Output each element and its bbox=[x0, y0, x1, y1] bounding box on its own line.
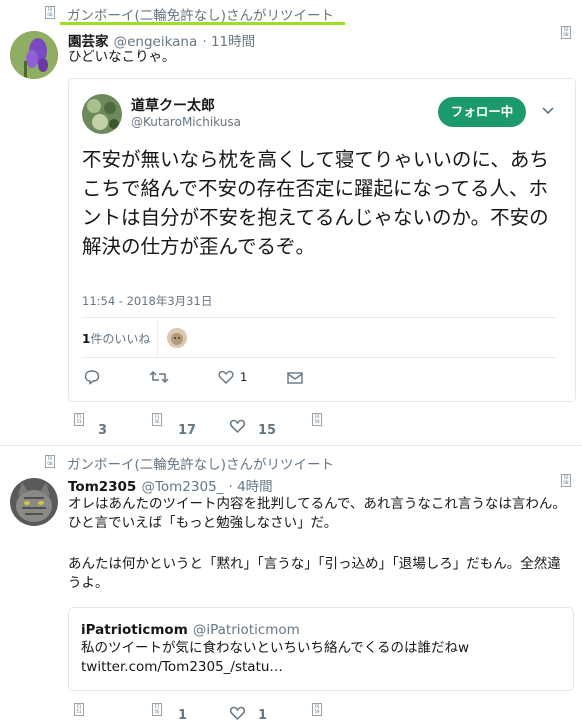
author-name[interactable]: Tom2305 bbox=[68, 479, 136, 495]
mail-icon[interactable] bbox=[287, 370, 303, 389]
retweet-icon: F0 0B bbox=[45, 455, 55, 468]
retweet-action-icon[interactable] bbox=[149, 369, 169, 389]
embedded-avatar[interactable] bbox=[82, 94, 122, 134]
quoted-author-handle[interactable]: @iPatrioticmom bbox=[193, 622, 300, 638]
embedded-timestamp[interactable]: 11:54 - 2018年3月31日 bbox=[82, 293, 212, 309]
reply-icon[interactable]: F1 51 bbox=[74, 703, 84, 716]
divider bbox=[82, 357, 556, 358]
following-button[interactable]: フォロー中 bbox=[438, 97, 526, 127]
author-handle[interactable]: @Tom2305_ bbox=[141, 479, 223, 495]
tweet-text: あんたは何かというと「黙れ」「言うな」「引っ込め」「退場しろ」だもん。全然違うよ… bbox=[68, 556, 561, 591]
retweet-banner[interactable]: ガンボーイ(二輪免許なし)さんがリツイート bbox=[67, 4, 334, 24]
retweet-action-icon[interactable]: F1 5E bbox=[152, 413, 162, 426]
embedded-author-handle[interactable]: @KutaroMichikusa bbox=[131, 115, 241, 129]
like-icon[interactable] bbox=[229, 418, 246, 438]
tweet-text: ひどいなこりゃ。 bbox=[68, 49, 176, 65]
embedded-tweet-text: 不安が無いなら枕を高くして寝てりゃいいのに、あちこちで絡んで不安の存在否定に躍起… bbox=[82, 148, 549, 258]
tweet-header: Tom2305 @Tom2305_ · 4時間 bbox=[68, 475, 273, 495]
quoted-link[interactable]: twitter.com/Tom2305_/statu… bbox=[81, 658, 283, 677]
like-count: 1 bbox=[240, 370, 248, 384]
chevron-down-icon[interactable] bbox=[541, 103, 555, 122]
liker-avatar[interactable] bbox=[167, 328, 187, 348]
dm-icon[interactable]: F0 59 bbox=[312, 413, 322, 426]
tweet-separator bbox=[0, 445, 582, 446]
like-count: 1 bbox=[258, 708, 268, 723]
retweet-count: 1 bbox=[178, 708, 188, 723]
tweet-header: 園芸家 @engeikana · 11時間 bbox=[68, 30, 255, 50]
avatar[interactable] bbox=[10, 478, 58, 526]
retweet-action-icon[interactable]: F1 5E bbox=[152, 703, 162, 716]
dm-icon[interactable]: F0 59 bbox=[312, 703, 322, 716]
quoted-text: 私のツイートが気に食わないといちいち絡んでくるのは誰だねw bbox=[81, 640, 470, 656]
like-icon[interactable] bbox=[229, 705, 246, 725]
like-icon[interactable] bbox=[218, 369, 234, 389]
quoted-author-name[interactable]: iPatrioticmom bbox=[81, 622, 188, 638]
caret-icon[interactable]: F0 0B bbox=[561, 474, 571, 487]
tweet-time[interactable]: · 4時間 bbox=[229, 479, 273, 495]
reply-count: 3 bbox=[98, 423, 108, 438]
retweet-count: 17 bbox=[178, 423, 197, 438]
retweet-icon: F0 0B bbox=[45, 6, 55, 19]
likes-summary[interactable]: 1件のいいね bbox=[82, 330, 150, 347]
like-count: 15 bbox=[258, 423, 277, 438]
avatar[interactable] bbox=[10, 31, 58, 79]
divider bbox=[82, 317, 556, 318]
retweet-highlight bbox=[60, 22, 345, 25]
quoted-header: iPatrioticmom @iPatrioticmom bbox=[81, 619, 300, 638]
vertical-divider bbox=[157, 320, 158, 356]
retweet-banner[interactable]: ガンボーイ(二輪免許なし)さんがリツイート bbox=[67, 453, 334, 473]
reply-icon[interactable] bbox=[84, 369, 100, 389]
reply-icon[interactable]: F1 51 bbox=[74, 413, 84, 426]
tweet-time[interactable]: · 11時間 bbox=[202, 34, 255, 50]
embedded-author-name[interactable]: 道草クー太郎 bbox=[131, 95, 215, 115]
caret-icon[interactable]: F0 0B bbox=[561, 26, 571, 39]
tweet-text: オレはあんたのツイート内容を批判してるんで、あれ言うなこれ言うなは言わん。ひと言… bbox=[68, 496, 566, 531]
likes-label: 件のいいね bbox=[90, 332, 151, 346]
